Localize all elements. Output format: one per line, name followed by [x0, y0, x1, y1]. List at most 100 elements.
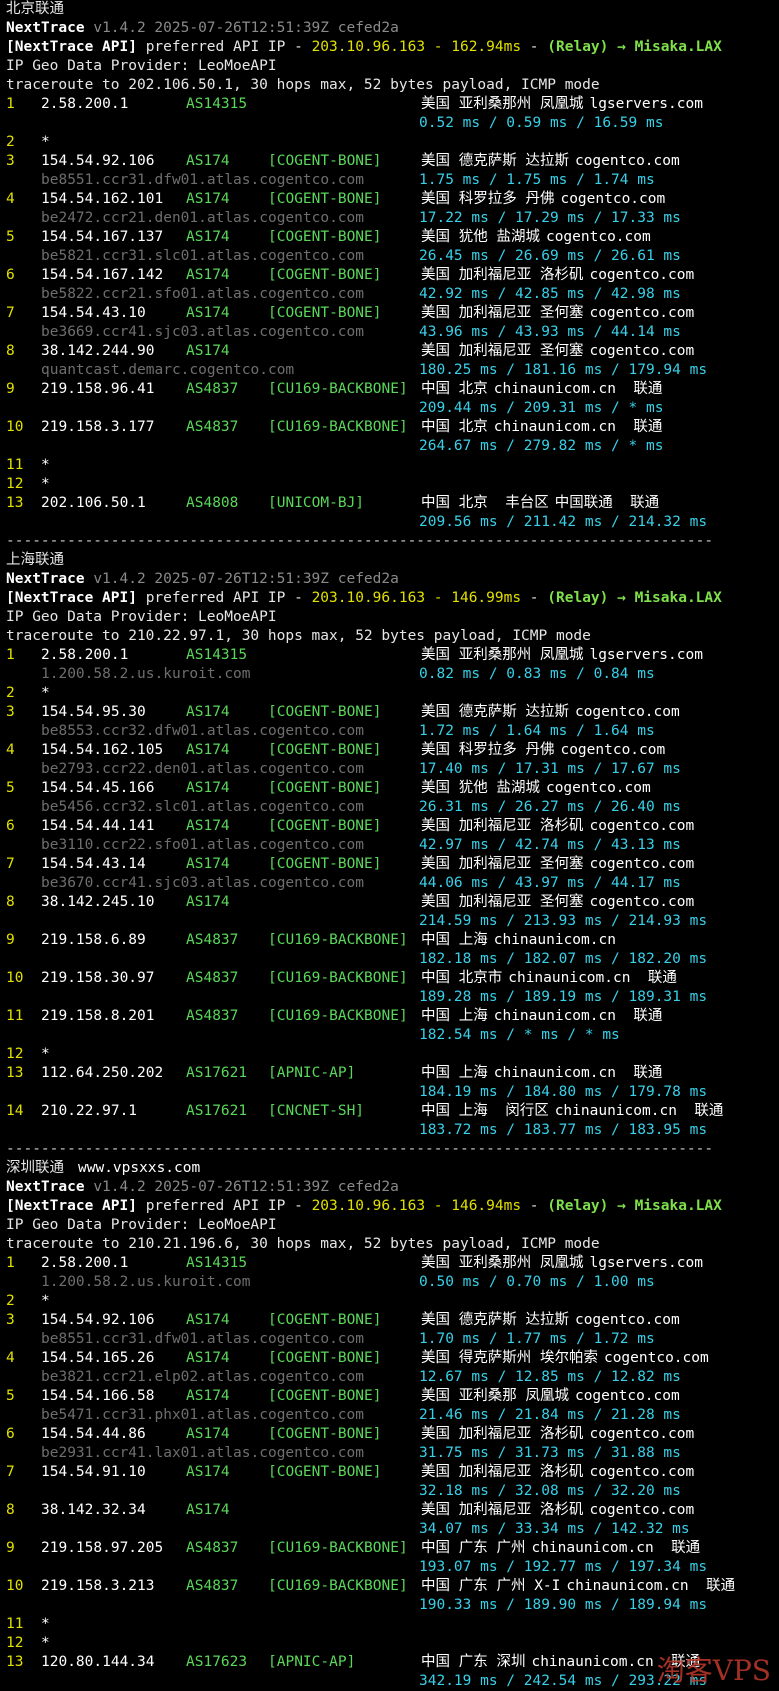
hop-hostname: be8551.ccr31.dfw01.atlas.cogentco.com	[41, 1331, 365, 1347]
version-text: v1.4.2 2025-07-26T12:51:39Z cefed2a	[93, 1179, 399, 1195]
hop-ip: 154.54.45.166	[41, 780, 155, 796]
hop-rtt: 182.18 ms / 182.07 ms / 182.20 ms	[419, 951, 708, 967]
hop-hostname	[6, 1597, 41, 1613]
hop-detail: 32.18 ms / 32.08 ms / 32.20 ms	[6, 1482, 779, 1501]
hop-geo: 美国 加利福尼亚 圣何塞	[421, 894, 584, 910]
version-text: v1.4.2 2025-07-26T12:51:39Z cefed2a	[93, 571, 399, 587]
traceroute-header: traceroute to 210.21.196.6, 30 hops max,…	[6, 1236, 600, 1252]
hop-domain: chinaunicom.cn 联通	[554, 1103, 724, 1119]
hop-row: 12 *	[6, 475, 779, 494]
hop-location: 美国 加利福尼亚 洛杉矶 cogentco.com	[421, 1463, 694, 1482]
hop-tag: [COGENT-BONE]	[268, 742, 382, 758]
hop-location: 中国 上海 chinaunicom.cn	[421, 931, 616, 950]
hop-domain: cogentco.com	[589, 267, 695, 283]
hop-domain: cogentco.com	[589, 894, 695, 910]
hop-rtt: 214.59 ms / 213.93 ms / 214.93 ms	[419, 913, 708, 929]
hop-domain: chinaunicom.cn 联通	[493, 419, 663, 435]
hop-domain: cogentco.com	[603, 1350, 709, 1366]
hop-detail: be3821.ccr21.elp02.atlas.cogentco.com 12.…	[6, 1368, 779, 1387]
hop-number: 7	[6, 1464, 15, 1480]
hop-asn	[186, 456, 268, 475]
hop-asn	[186, 1634, 268, 1653]
hop-location: 美国 得克萨斯州 埃尔帕索 cogentco.com	[421, 1349, 709, 1368]
hop-asn: AS17621	[186, 1103, 248, 1119]
hop-ip: 154.54.95.30	[41, 704, 146, 720]
hop-ip: 202.106.50.1	[41, 495, 146, 511]
hop-location	[421, 475, 427, 494]
hop-geo: 中国 广东 广州 X-I	[421, 1578, 561, 1594]
block-title-text: 上海联通	[6, 552, 64, 568]
hop-rtt: 209.44 ms / 209.31 ms / * ms	[419, 400, 664, 416]
hop-number: 14	[6, 1103, 24, 1119]
hop-geo: 美国 德克萨斯 达拉斯	[421, 153, 569, 169]
hop-hostname: be2931.ccr41.lax01.atlas.cogentco.com	[41, 1445, 365, 1461]
hop-number: 12	[6, 1635, 24, 1651]
hop-ip: *	[41, 1046, 50, 1062]
hop-rtt: 17.22 ms / 17.29 ms / 17.33 ms	[419, 210, 681, 226]
hop-asn: AS174	[186, 1388, 230, 1404]
hop-hostname: be3110.ccr22.sfo01.atlas.cogentco.com	[41, 837, 365, 853]
hop-number: 5	[6, 1388, 15, 1404]
site-label: www.vpsxxs.com	[78, 1160, 201, 1176]
api-ip: 203.10.96.163 - 146.99ms	[311, 590, 522, 606]
hop-row: 3 154.54.92.106 AS174 [COGENT-BONE] 美国 德克萨斯 …	[6, 1311, 779, 1330]
hop-hostname: 1.200.58.2.us.kuroit.com	[41, 666, 251, 682]
app-name: NextTrace	[6, 1179, 85, 1195]
hop-asn: AS4808	[186, 495, 239, 511]
hop-tag	[268, 475, 421, 494]
hop-ip: 154.54.92.106	[41, 1312, 155, 1328]
hop-tag	[268, 342, 421, 361]
hop-asn: AS4837	[186, 1578, 239, 1594]
hop-domain: cogentco.com	[545, 229, 651, 245]
hop-location: 美国 加利福尼亚 洛杉矶 cogentco.com	[421, 817, 694, 836]
hop-detail: 1.200.58.2.us.kuroit.com 0.82 ms / 0.83 m…	[6, 665, 779, 684]
hop-row: 2 *	[6, 133, 779, 152]
hop-ip: *	[41, 476, 50, 492]
hop-number: 5	[6, 780, 15, 796]
hop-hostname	[6, 1027, 41, 1043]
hop-domain: chinaunicom.cn 联通	[493, 1065, 663, 1081]
hop-rtt: 193.07 ms / 192.77 ms / 197.34 ms	[419, 1559, 708, 1575]
hop-asn: AS174	[186, 229, 230, 245]
hop-tag: [COGENT-BONE]	[268, 856, 382, 872]
hop-tag: [COGENT-BONE]	[268, 267, 382, 283]
hop-ip: 154.54.91.10	[41, 1464, 146, 1480]
hop-ip: 154.54.43.10	[41, 305, 146, 321]
hop-tag: [UNICOM-BJ]	[268, 495, 365, 511]
hop-location: 中国 上海 chinaunicom.cn 联通	[421, 1064, 662, 1083]
hop-domain: lgservers.com	[589, 647, 703, 663]
geo-provider: IP Geo Data Provider: LeoMoeAPI	[6, 609, 277, 625]
hop-number: 6	[6, 818, 15, 834]
hop-detail: be2472.ccr21.den01.atlas.cogentco.com 17.…	[6, 209, 779, 228]
hop-ip: 2.58.200.1	[41, 96, 129, 112]
hop-ip: 2.58.200.1	[41, 647, 129, 663]
geo-provider: IP Geo Data Provider: LeoMoeAPI	[6, 58, 277, 74]
hop-row: 1 2.58.200.1 AS14315 美国 亚利桑那州 凤凰城 lgservers.…	[6, 1254, 779, 1273]
hop-tag: [APNIC-AP]	[268, 1065, 356, 1081]
separator: ----------------------------------------…	[6, 533, 714, 549]
hop-geo: 美国 科罗拉多 丹佛	[421, 742, 555, 758]
hop-ip: 154.54.167.137	[41, 229, 164, 245]
hop-tag: [COGENT-BONE]	[268, 229, 382, 245]
hop-domain: cogentco.com	[574, 704, 680, 720]
hop-rtt: 182.54 ms / * ms / * ms	[419, 1027, 620, 1043]
hop-number: 10	[6, 970, 24, 986]
hop-asn: AS174	[186, 704, 230, 720]
hop-asn	[186, 684, 268, 703]
hop-hostname: be2793.ccr22.den01.atlas.cogentco.com	[41, 761, 365, 777]
version-line: NextTrace v1.4.2 2025-07-26T12:51:39Z ce…	[6, 1178, 779, 1197]
hop-number: 4	[6, 742, 15, 758]
hop-location	[421, 1634, 427, 1653]
hop-hostname	[6, 115, 41, 131]
hop-ip: 219.158.3.177	[41, 419, 155, 435]
hop-hostname: 1.200.58.2.us.kuroit.com	[41, 1274, 251, 1290]
hop-asn: AS4837	[186, 1540, 239, 1556]
hop-rtt: 0.50 ms / 0.70 ms / 1.00 ms	[419, 1274, 655, 1290]
hop-ip: 219.158.3.213	[41, 1578, 155, 1594]
hop-detail: 209.56 ms / 211.42 ms / 214.32 ms	[6, 513, 779, 532]
version-text: v1.4.2 2025-07-26T12:51:39Z cefed2a	[93, 20, 399, 36]
hop-row: 6 154.54.167.142 AS174 [COGENT-BONE] 美国 加利福尼…	[6, 266, 779, 285]
hop-number: 11	[6, 457, 24, 473]
api-tag: [NextTrace API]	[6, 590, 137, 606]
hop-number: 1	[6, 1255, 15, 1271]
